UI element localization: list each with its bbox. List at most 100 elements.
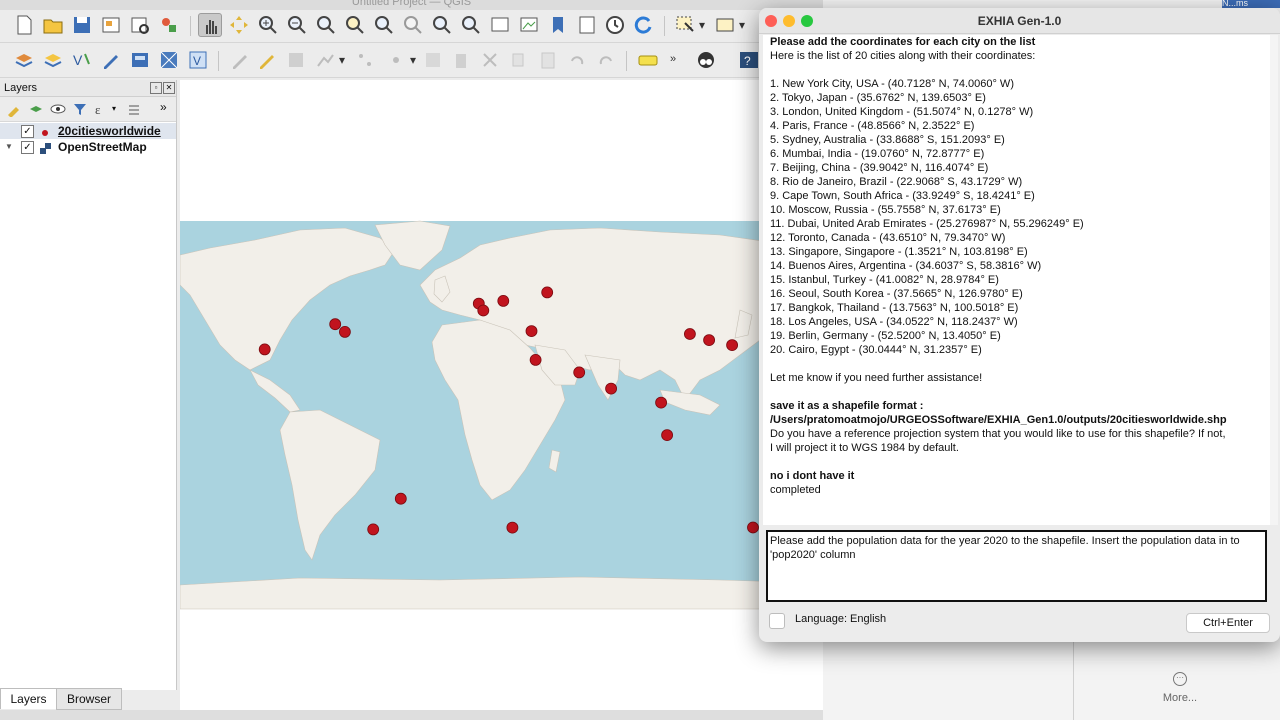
zoom-next-icon[interactable] [459, 13, 483, 37]
plugin-globe-icon[interactable] [694, 48, 718, 72]
filter-legend-icon[interactable] [72, 101, 88, 117]
city-point[interactable] [605, 382, 618, 395]
layer-item-openstreetmap[interactable]: ▼ ✓ OpenStreetMap [0, 139, 176, 155]
city-point[interactable] [329, 318, 342, 331]
redo-icon[interactable] [594, 48, 618, 72]
refresh-icon[interactable] [631, 13, 655, 37]
new-project-icon[interactable] [12, 13, 36, 37]
city-point[interactable] [655, 396, 668, 409]
deselect-features-icon[interactable] [713, 13, 737, 37]
add-layer-icon[interactable] [12, 48, 36, 72]
chevron-down-icon[interactable]: ▾ [410, 53, 416, 67]
zoom-full-icon[interactable] [314, 13, 338, 37]
paste-features-icon[interactable] [536, 48, 560, 72]
layer-visibility-checkbox[interactable]: ✓ [21, 141, 34, 154]
city-point[interactable] [258, 343, 271, 356]
city-point[interactable] [338, 325, 351, 338]
zoom-out-icon[interactable] [285, 13, 309, 37]
chevron-down-icon[interactable]: ▾ [699, 18, 705, 32]
manage-visibility-icon[interactable] [50, 101, 66, 117]
chat-line: 11. Dubai, United Arab Emirates - (25.27… [770, 218, 1084, 230]
select-features-icon[interactable] [673, 13, 697, 37]
chat-line: 10. Moscow, Russia - (55.7558° N, 37.617… [770, 204, 1001, 216]
zoom-selection-icon[interactable] [343, 13, 367, 37]
chat-scrollbar[interactable] [1270, 35, 1278, 525]
city-point[interactable] [573, 366, 586, 379]
zoom-in-icon[interactable] [256, 13, 280, 37]
edit-attributes-icon[interactable] [421, 48, 445, 72]
filter-expression-icon[interactable]: ε [94, 101, 110, 117]
data-source-manager-icon[interactable] [41, 48, 65, 72]
new-print-layout-icon[interactable] [99, 13, 123, 37]
city-point[interactable] [525, 325, 538, 338]
open-project-icon[interactable] [41, 13, 65, 37]
city-point[interactable] [747, 521, 759, 534]
layer-item-20citiesworldwide[interactable]: ✓ 20citiesworldwide [0, 123, 176, 139]
expand-arrow-icon[interactable]: ▼ [5, 139, 13, 155]
city-point[interactable] [703, 334, 715, 347]
city-point[interactable] [726, 339, 738, 352]
toggle-editing-icon[interactable] [255, 48, 279, 72]
city-point[interactable] [477, 304, 490, 317]
city-point[interactable] [367, 523, 380, 536]
delete-selected-icon[interactable] [449, 48, 473, 72]
tab-browser[interactable]: Browser [56, 688, 122, 710]
city-point[interactable] [683, 328, 696, 340]
zoom-last-icon[interactable] [430, 13, 454, 37]
chevron-down-icon[interactable]: ▾ [739, 18, 745, 32]
raster-calculator-icon[interactable] [128, 48, 152, 72]
prompt-input[interactable]: Please add the population data for the y… [766, 530, 1267, 602]
save-edits-icon[interactable] [284, 48, 308, 72]
cut-features-icon[interactable] [478, 48, 502, 72]
layers-panel-toolbar: ε ▾ » [0, 97, 176, 122]
city-point[interactable] [529, 353, 542, 366]
help-icon[interactable]: ? [738, 48, 758, 72]
toolbar-overflow-icon[interactable]: » [160, 100, 176, 116]
copy-features-icon[interactable] [507, 48, 531, 72]
temporal-clock-icon[interactable] [603, 13, 627, 37]
add-virtual-layer-icon[interactable]: V [186, 48, 210, 72]
chat-log[interactable]: Please add the coordinates for each city… [763, 35, 1270, 525]
map-canvas[interactable] [180, 80, 823, 710]
show-bookmarks-icon[interactable] [575, 13, 599, 37]
undo-icon[interactable] [565, 48, 589, 72]
layer-visibility-checkbox[interactable]: ✓ [21, 125, 34, 138]
pan-hand-icon[interactable] [198, 13, 222, 37]
vertex-tool-icon[interactable] [353, 48, 377, 72]
bookmark-icon[interactable] [546, 13, 570, 37]
pan-to-selection-icon[interactable] [227, 13, 251, 37]
city-point[interactable] [394, 492, 407, 505]
language-checkbox[interactable] [769, 613, 785, 629]
tab-layers[interactable]: Layers [0, 688, 57, 709]
chat-line: 19. Berlin, Germany - (52.5200° N, 13.40… [770, 330, 1001, 342]
city-point[interactable] [661, 429, 674, 442]
add-vector-layer-icon[interactable]: V [70, 48, 94, 72]
city-point[interactable] [541, 286, 554, 299]
digitize-line-icon[interactable] [313, 48, 337, 72]
toolbar-overflow-icon[interactable]: » [670, 53, 676, 65]
world-map[interactable] [180, 80, 823, 710]
city-point[interactable] [506, 521, 519, 534]
label-toolbar-icon[interactable] [636, 48, 660, 72]
digitize-icon[interactable] [99, 48, 123, 72]
new-3d-view-icon[interactable] [517, 13, 541, 37]
zoom-native-icon[interactable] [401, 13, 425, 37]
send-button[interactable]: Ctrl+Enter [1186, 613, 1270, 633]
save-project-icon[interactable] [70, 13, 94, 37]
add-group-icon[interactable] [28, 101, 44, 117]
layer-style-icon[interactable] [6, 101, 22, 118]
chat-line: 16. Seoul, South Korea - (37.5665° N, 12… [770, 288, 1023, 300]
new-map-view-icon[interactable] [488, 13, 512, 37]
add-raster-layer-icon[interactable] [157, 48, 181, 72]
move-feature-icon[interactable] [384, 48, 408, 72]
zoom-layer-icon[interactable] [372, 13, 396, 37]
edit-pencil-icon[interactable] [228, 48, 252, 72]
style-manager-icon[interactable] [157, 13, 181, 37]
float-panel-icon[interactable]: ▫ [150, 82, 162, 94]
close-icon[interactable]: ✕ [163, 82, 175, 94]
layout-manager-icon[interactable] [128, 13, 152, 37]
more-button[interactable]: ··· More... [1160, 672, 1200, 704]
expand-all-icon[interactable] [126, 101, 142, 117]
city-point[interactable] [497, 294, 510, 307]
chevron-down-icon[interactable]: ▾ [339, 53, 345, 67]
